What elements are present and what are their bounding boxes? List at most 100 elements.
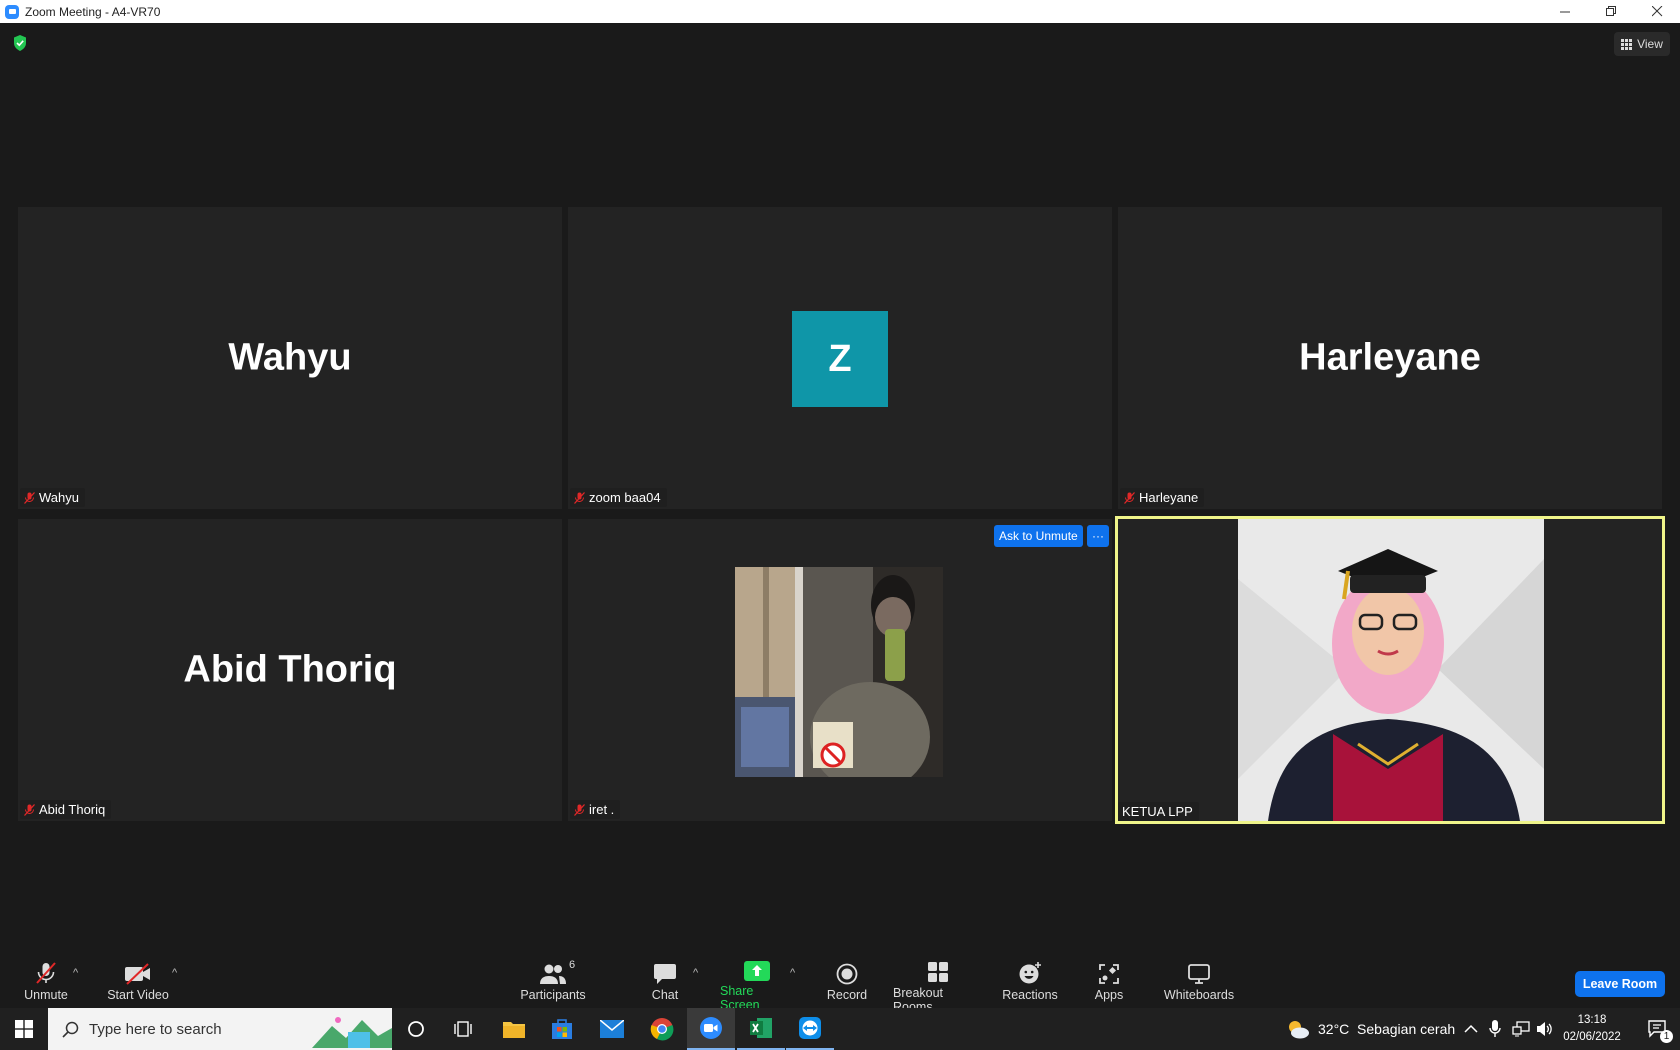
reactions-label: Reactions: [1002, 988, 1058, 1002]
notifications-button[interactable]: 1: [1640, 1008, 1676, 1050]
view-button[interactable]: View: [1614, 32, 1670, 56]
taskbar-clock[interactable]: 13:18 02/06/2022: [1550, 1012, 1634, 1046]
zoom-camera-icon: [700, 1017, 722, 1039]
participant-display-name: Abid Thoriq: [183, 648, 397, 691]
muted-mic-icon: [36, 962, 56, 984]
chat-button[interactable]: Chat: [648, 943, 682, 1008]
apps-button[interactable]: Apps: [1093, 943, 1125, 1008]
zoom-taskbar-button[interactable]: [687, 1008, 735, 1050]
participant-name-tag: Harleyane: [1120, 488, 1205, 507]
folder-icon: [503, 1022, 525, 1038]
mail-taskbar-button[interactable]: [588, 1008, 636, 1050]
window-title: Zoom Meeting - A4-VR70: [25, 4, 161, 19]
chat-bubble-icon: [654, 964, 676, 984]
title-bar: Zoom Meeting - A4-VR70: [0, 0, 1680, 23]
search-icon: [62, 1021, 79, 1038]
video-options-caret[interactable]: ^: [172, 967, 177, 979]
minimize-icon: [1559, 11, 1570, 13]
show-hidden-icons-button[interactable]: [1464, 1008, 1478, 1050]
muted-mic-icon: [24, 803, 35, 816]
participant-name-tag: Wahyu: [20, 488, 85, 507]
task-view-button[interactable]: [440, 1008, 488, 1050]
muted-mic-icon: [574, 491, 585, 504]
breakout-rooms-icon: [928, 962, 948, 982]
microphone-tray-button[interactable]: [1489, 1008, 1501, 1050]
participant-name-tag: zoom baa04: [570, 488, 667, 507]
video-off-icon: [125, 963, 150, 985]
apps-icon: [1099, 964, 1119, 984]
weather-text: 32°C Sebagian cerah: [1318, 1021, 1456, 1037]
participant-name: Abid Thoriq: [39, 802, 106, 817]
reactions-button[interactable]: Reactions: [1002, 943, 1058, 1008]
unmute-label: Unmute: [24, 988, 68, 1002]
teamviewer-taskbar-button[interactable]: [786, 1008, 834, 1050]
windows-taskbar: Type here to search 32°C Sebagian cerah: [0, 1008, 1680, 1050]
participant-video-feed: [735, 567, 943, 777]
chat-label: Chat: [651, 988, 679, 1002]
participant-name: zoom baa04: [589, 490, 661, 505]
encryption-shield-icon[interactable]: [13, 35, 27, 51]
participant-name-tag: KETUA LPP: [1118, 802, 1199, 821]
ask-to-unmute-button[interactable]: Ask to Unmute: [994, 525, 1083, 547]
chevron-up-icon: [1464, 1024, 1478, 1033]
weather-widget[interactable]: 32°C Sebagian cerah: [1286, 1008, 1455, 1050]
muted-mic-icon: [574, 803, 585, 816]
start-button[interactable]: [0, 1008, 48, 1050]
video-tile-harleyane[interactable]: Harleyane Harleyane: [1118, 207, 1662, 509]
restore-button[interactable]: [1588, 0, 1634, 23]
record-button[interactable]: Record: [826, 943, 868, 1008]
teamviewer-icon: [799, 1017, 821, 1039]
apps-label: Apps: [1094, 988, 1124, 1002]
participants-button[interactable]: 6 Participants: [520, 943, 586, 1008]
clock-date: 02/06/2022: [1563, 1031, 1621, 1043]
record-label: Record: [826, 988, 868, 1002]
video-tile-iret[interactable]: iret . Ask to Unmute ···: [568, 519, 1112, 821]
window-controls: [1542, 0, 1680, 23]
participant-name-tag: Abid Thoriq: [20, 800, 112, 819]
leave-room-button[interactable]: Leave Room: [1575, 971, 1665, 997]
participants-count: 6: [569, 959, 576, 971]
whiteboards-button[interactable]: Whiteboards: [1163, 943, 1235, 1008]
participant-video-feed: [1238, 519, 1544, 821]
unmute-button[interactable]: Unmute: [18, 943, 74, 1008]
file-explorer-taskbar-button[interactable]: [490, 1008, 538, 1050]
cortana-button[interactable]: [392, 1008, 440, 1050]
taskbar-search-box[interactable]: Type here to search: [48, 1008, 392, 1050]
participant-name: KETUA LPP: [1122, 804, 1193, 819]
share-screen-button[interactable]: Share Screen: [720, 943, 794, 1012]
microphone-icon: [1489, 1020, 1501, 1037]
network-icon: [1512, 1021, 1530, 1037]
breakout-rooms-button[interactable]: Breakout Rooms: [893, 943, 983, 1014]
muted-mic-icon: [24, 491, 35, 504]
close-icon: [1651, 6, 1662, 17]
video-tile-ketua-lpp[interactable]: KETUA LPP: [1115, 516, 1665, 824]
video-tile-zoom-baa04[interactable]: Z zoom baa04: [568, 207, 1112, 509]
chat-options-caret[interactable]: ^: [693, 967, 698, 979]
store-bag-icon: [552, 1019, 572, 1039]
cortana-circle-icon: [408, 1021, 424, 1037]
share-options-caret[interactable]: ^: [790, 967, 795, 979]
participants-icon: [540, 964, 566, 984]
audio-options-caret[interactable]: ^: [73, 967, 78, 979]
record-icon: [836, 963, 858, 985]
excel-icon: [750, 1018, 772, 1038]
whiteboard-icon: [1188, 964, 1210, 984]
participant-avatar: Z: [792, 311, 888, 407]
whiteboards-label: Whiteboards: [1163, 988, 1235, 1002]
excel-taskbar-button[interactable]: [737, 1008, 785, 1050]
chrome-taskbar-button[interactable]: [638, 1008, 686, 1050]
more-options-button[interactable]: ···: [1087, 525, 1109, 547]
close-button[interactable]: [1634, 0, 1680, 23]
microsoft-store-taskbar-button[interactable]: [538, 1008, 586, 1050]
participant-display-name: Harleyane: [1299, 336, 1481, 379]
start-video-button[interactable]: Start Video: [104, 943, 172, 1008]
zoom-app-icon: [5, 4, 19, 19]
share-screen-icon: [744, 961, 770, 981]
participant-name: iret .: [589, 802, 615, 817]
more-label: ···: [1092, 529, 1104, 543]
minimize-button[interactable]: [1542, 0, 1588, 23]
video-tile-wahyu[interactable]: Wahyu Wahyu: [18, 207, 562, 509]
network-tray-button[interactable]: [1512, 1008, 1530, 1050]
video-tile-abid-thoriq[interactable]: Abid Thoriq Abid Thoriq: [18, 519, 562, 821]
notification-count: 1: [1660, 1030, 1673, 1043]
